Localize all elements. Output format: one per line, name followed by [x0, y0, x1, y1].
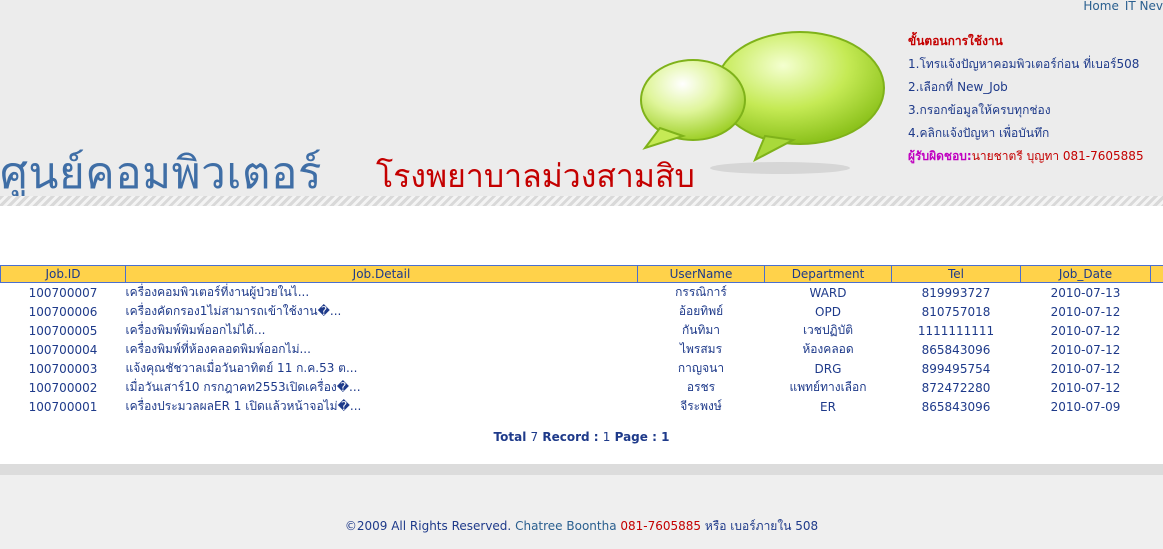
responsible-person: ผู้รับผิดชอบ:นายชาตรี บุญทา 081-7605885 — [908, 145, 1144, 168]
instruction-step: 1.โทรแจ้งปัญหาคอมพิวเตอร์ก่อน ที่เบอร์50… — [908, 57, 1140, 71]
table-row: 100700006 เครื่องคัดกรอง1ไม่สามารถเข้าใช… — [1, 302, 1163, 321]
page-link[interactable]: 1 — [661, 430, 669, 444]
it-news-link[interactable]: IT Nev — [1125, 0, 1163, 13]
column-header-tel[interactable]: Tel — [891, 265, 1021, 283]
total-count: 7 — [530, 430, 539, 444]
header: Home IT Nev ศูนย์คอมพิวเตอร์ โรงพยาบาลม่ว… — [0, 0, 1163, 199]
instruction-step: 2.เลือกที่ New_Job — [908, 80, 1008, 94]
job-detail-cell[interactable]: เครื่องคอมพิวเตอร์ที่งานผู้ป่วยในไ... — [126, 283, 638, 303]
column-header-job-date[interactable]: Job_Date — [1020, 265, 1151, 283]
username-cell: ไพรสมร — [679, 342, 723, 356]
main-content: Job.ID Job.Detail UserName Department Te… — [0, 206, 1163, 464]
author-phone: 081-7605885 — [620, 519, 702, 533]
job-detail-cell[interactable]: เครื่องคัดกรอง1ไม่สามารถเข้าใช้งาน�... — [126, 302, 638, 321]
job-date-cell: 2010-07-12 — [1050, 323, 1121, 338]
responsible-label: ผู้รับผิดชอบ: — [908, 149, 972, 163]
column-header-spacer — [1150, 265, 1163, 283]
tel-cell: 819993727 — [921, 285, 991, 300]
record-summary: Total 7 Record : 1 Page : 1 — [0, 430, 1163, 444]
table-row: 100700002 เมื่อวันเสาร์10 กรกฎาคท2553เปิ… — [1, 378, 1163, 397]
job-id-cell[interactable]: 100700002 — [1, 378, 126, 397]
instruction-step: 3.กรอกข้อมูลให้ครบทุกช่อง — [908, 103, 1051, 117]
job-id-cell[interactable]: 100700007 — [1, 283, 126, 303]
tel-cell: 872472280 — [921, 380, 991, 395]
department-cell: ห้องคลอด — [802, 342, 854, 356]
job-id-cell[interactable]: 100700003 — [1, 359, 126, 378]
username-cell: อรชร — [686, 380, 716, 394]
hospital-name: โรงพยาบาลม่วงสามสิบ — [376, 157, 695, 195]
tel-cell: 865843096 — [921, 342, 991, 357]
username-cell: กันทิมา — [681, 323, 721, 337]
job-detail-cell[interactable]: เครื่องพิมพ์พิมพ์ออกไม่ได้... — [126, 321, 638, 340]
department-cell: เวชปฏิบัติ — [802, 323, 854, 337]
instruction-step: 4.คลิกแจ้งปัญหา เพื่อบันทึก — [908, 126, 1050, 140]
job-date-cell: 2010-07-13 — [1050, 285, 1121, 300]
job-date-cell: 2010-07-12 — [1050, 342, 1121, 357]
column-header-job-id[interactable]: Job.ID — [0, 265, 126, 283]
job-id-cell[interactable]: 100700004 — [1, 340, 126, 359]
job-date-cell: 2010-07-09 — [1050, 399, 1121, 414]
copyright-text: ©2009 All Rights Reserved. — [344, 519, 512, 533]
job-detail-cell[interactable]: เมื่อวันเสาร์10 กรกฎาคท2553เปิดเครื่อง�.… — [126, 378, 638, 397]
username-cell: อ้อยทิพย์ — [678, 304, 724, 318]
instructions-panel: ขั้นตอนการใช้งาน 1.โทรแจ้งปัญหาคอมพิวเตอ… — [908, 30, 1144, 168]
header-divider — [0, 196, 1163, 206]
username-cell: กรรณิการ์ — [675, 285, 727, 299]
table-row: 100700003 แจ้งคุณชัชวาลเมื่อวันอาทิตย์ 1… — [1, 359, 1163, 378]
job-date-cell: 2010-07-12 — [1050, 380, 1121, 395]
column-header-username[interactable]: UserName — [637, 265, 765, 283]
tel-cell: 865843096 — [921, 399, 991, 414]
job-detail-cell[interactable]: เครื่องประมวลผลER 1 เปิดแล้วหน้าจอไม่�..… — [126, 397, 638, 416]
job-id-cell[interactable]: 100700006 — [1, 302, 126, 321]
job-id-cell[interactable]: 100700005 — [1, 321, 126, 340]
job-detail-cell[interactable]: แจ้งคุณชัชวาลเมื่อวันอาทิตย์ 11 ก.ค.53 ต… — [126, 359, 638, 378]
top-nav: Home IT Nev — [1077, 0, 1163, 13]
page-count: 1 — [602, 430, 611, 444]
job-date-cell: 2010-07-12 — [1050, 361, 1121, 376]
tel-cell: 899495754 — [921, 361, 991, 376]
extension-text: หรือ เบอร์ภายใน 508 — [704, 519, 819, 533]
responsible-value: นายชาตรี บุญทา 081-7605885 — [971, 149, 1144, 163]
footer-background — [0, 475, 1163, 549]
department-cell: WARD — [809, 285, 847, 300]
job-date-cell: 2010-07-12 — [1050, 304, 1121, 319]
table-row: 100700004 เครื่องพิมพ์ที่ห้องคลอดพิมพ์ออ… — [1, 340, 1163, 359]
column-header-job-detail[interactable]: Job.Detail — [125, 265, 638, 283]
table-header-row: Job.ID Job.Detail UserName Department Te… — [0, 265, 1163, 283]
author-name: Chatree Boontha — [515, 519, 617, 533]
footer-divider — [0, 464, 1163, 475]
department-cell: DRG — [814, 361, 842, 376]
column-header-department[interactable]: Department — [764, 265, 892, 283]
job-id-cell[interactable]: 100700001 — [1, 397, 126, 416]
department-cell: แพทย์ทางเลือก — [789, 380, 867, 394]
record-label: Record : — [542, 430, 599, 444]
table-row: 100700005 เครื่องพิมพ์พิมพ์ออกไม่ได้... … — [1, 321, 1163, 340]
table-row: 100700001 เครื่องประมวลผลER 1 เปิดแล้วหน… — [1, 397, 1163, 416]
table-row: 100700007 เครื่องคอมพิวเตอร์ที่งานผู้ป่ว… — [1, 283, 1163, 303]
tel-cell: 810757018 — [921, 304, 991, 319]
job-detail-cell[interactable]: เครื่องพิมพ์ที่ห้องคลอดพิมพ์ออกไม่... — [126, 340, 638, 359]
instructions-title: ขั้นตอนการใช้งาน — [908, 34, 1003, 48]
username-cell: กาญจนา — [677, 361, 725, 375]
total-label: Total — [493, 430, 527, 444]
jobs-table: Job.ID Job.Detail UserName Department Te… — [0, 265, 1163, 416]
page-label: Page : — [614, 430, 657, 444]
home-link[interactable]: Home — [1083, 0, 1118, 13]
footer: ©2009 All Rights Reserved. Chatree Boont… — [0, 517, 1163, 536]
tel-cell: 1111111111 — [917, 323, 995, 338]
username-cell: จีระพงษ์ — [680, 399, 722, 413]
department-cell: ER — [820, 399, 836, 414]
department-cell: OPD — [815, 304, 841, 319]
